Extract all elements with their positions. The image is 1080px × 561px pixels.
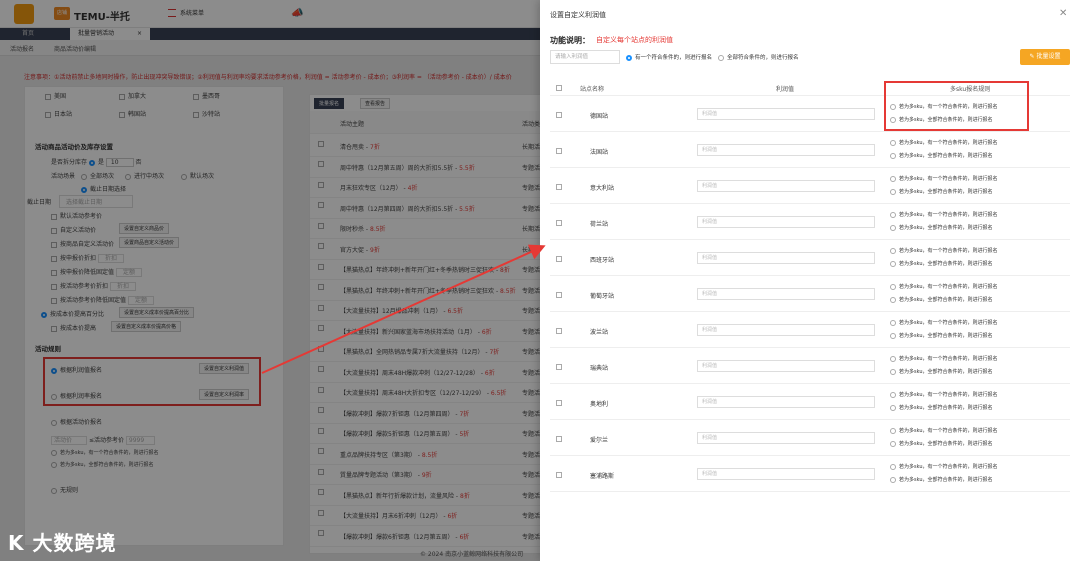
annotation-arrow [261, 244, 546, 374]
